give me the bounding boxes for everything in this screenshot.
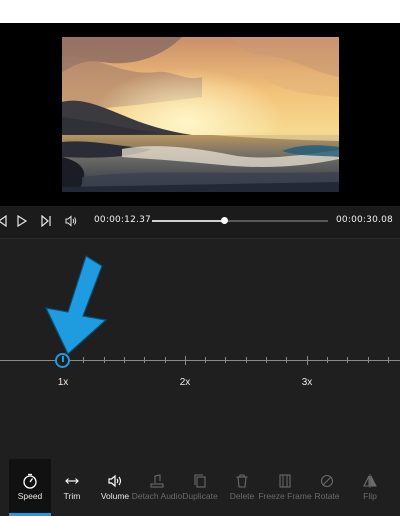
rotate-icon <box>319 473 335 489</box>
speed-tick <box>307 356 308 365</box>
detach-audio-icon <box>149 473 165 489</box>
volume-icon[interactable] <box>64 214 78 228</box>
total-time: 00:00:30.08 <box>336 215 393 225</box>
speed-tick <box>368 357 369 363</box>
detach-audio-button[interactable]: Detach Audio <box>132 459 182 516</box>
speed-tick <box>388 357 389 363</box>
scrub-bar[interactable] <box>152 217 328 224</box>
current-time: 00:00:12.37 <box>94 215 151 225</box>
speed-tick <box>205 357 206 363</box>
speed-button[interactable]: Speed <box>9 459 51 516</box>
top-strip <box>0 0 400 23</box>
scrub-thumb[interactable] <box>221 217 229 224</box>
clip-toolbar: Speed Trim Volume Detach Audio Duplicate… <box>0 459 400 516</box>
speed-slider-thumb[interactable] <box>55 353 70 368</box>
speed-tick <box>83 357 84 363</box>
speed-icon <box>22 473 38 489</box>
volume-button[interactable]: Volume <box>94 459 136 516</box>
video-preview-area <box>0 23 400 206</box>
duplicate-icon <box>192 473 208 489</box>
scrub-progress <box>152 220 225 222</box>
flip-button-label: Flip <box>363 491 377 501</box>
speed-label-2x: 2x <box>179 377 191 388</box>
speed-slider-panel: 1x 2x 3x <box>0 239 400 459</box>
speed-tick <box>104 357 105 363</box>
next-frame-icon[interactable] <box>39 214 53 228</box>
speed-tick <box>246 357 247 363</box>
speed-tick <box>124 357 125 363</box>
freeze-frame-button[interactable]: Freeze Frame <box>258 459 312 516</box>
flip-button[interactable]: Flip <box>349 459 391 516</box>
speed-tick <box>286 357 287 363</box>
video-preview[interactable] <box>62 37 339 192</box>
delete-button[interactable]: Delete <box>221 459 263 516</box>
rotate-button[interactable]: Rotate <box>306 459 348 516</box>
speed-tick <box>347 357 348 363</box>
speed-tick <box>327 357 328 363</box>
trim-button[interactable]: Trim <box>51 459 93 516</box>
previous-frame-icon[interactable] <box>0 214 9 228</box>
speed-tick <box>165 357 166 363</box>
delete-icon <box>234 473 250 489</box>
volume-icon <box>107 473 123 489</box>
sunset-ocean-image <box>62 37 339 192</box>
freeze-frame-icon <box>277 473 293 489</box>
playback-controls: 00:00:12.37 00:00:30.08 <box>0 206 400 238</box>
speed-tick <box>266 357 267 363</box>
duplicate-button[interactable]: Duplicate <box>179 459 221 516</box>
play-icon[interactable] <box>15 214 29 228</box>
speed-tick <box>225 357 226 363</box>
pointer-arrow-icon <box>44 255 108 354</box>
speed-label-1x: 1x <box>57 377 69 388</box>
speed-tick <box>185 356 186 365</box>
speed-label-3x: 3x <box>301 377 313 388</box>
trim-icon <box>64 473 80 489</box>
speed-tick <box>144 357 145 363</box>
flip-icon <box>362 473 378 489</box>
